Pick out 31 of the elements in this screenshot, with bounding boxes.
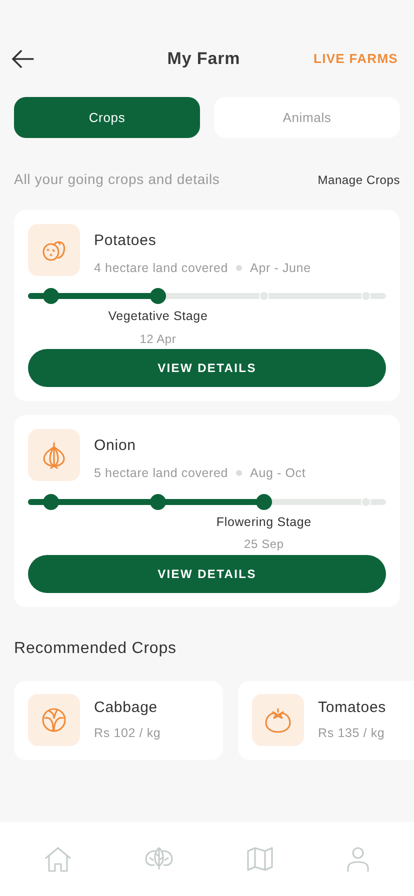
stage-label: Flowering Stage — [216, 514, 312, 531]
tomato-icon — [264, 706, 292, 734]
map-icon[interactable] — [246, 846, 274, 872]
stage-date: 25 Sep — [244, 536, 284, 554]
view-details-button[interactable]: VIEW DETAILS — [28, 554, 386, 592]
crop-price: Rs 102 / kg — [94, 724, 161, 742]
crop-name: Tomatoes — [318, 698, 386, 718]
stage-label: Vegetative Stage — [108, 308, 208, 326]
crop-season: Apr - June — [250, 260, 311, 277]
back-arrow-icon[interactable] — [12, 50, 34, 68]
manage-crops-link[interactable]: Manage Crops — [318, 170, 400, 188]
section-subtitle: All your going crops and details — [14, 170, 220, 189]
profile-icon[interactable] — [346, 846, 370, 872]
crop-name: Potatoes — [94, 231, 158, 251]
page-title: My Farm — [167, 48, 240, 70]
home-icon[interactable] — [44, 846, 72, 872]
recommended-crop-card[interactable]: Cabbage Rs 102 / kg — [14, 680, 223, 760]
tab[interactable]: Crops — [14, 97, 200, 138]
recommended-crop-card[interactable]: Tomatoes Rs 135 / kg — [238, 680, 414, 760]
crop-area: 4 hectare land covered — [94, 258, 228, 278]
crop-name: Onion — [94, 436, 137, 456]
cabbage-icon — [40, 706, 68, 734]
view-details-button[interactable]: VIEW DETAILS — [28, 349, 386, 388]
onion-icon — [41, 441, 67, 470]
stage-date: 12 Apr — [140, 331, 176, 348]
crop-price: Rs 135 / kg — [318, 724, 386, 742]
crop-area: 5 hectare land covered — [94, 464, 228, 482]
crop-name: Cabbage — [94, 698, 159, 718]
section-title: Recommended Crops — [13, 638, 178, 658]
leaves-icon[interactable] — [144, 846, 174, 870]
crop-season: Aug - Oct — [250, 464, 306, 482]
